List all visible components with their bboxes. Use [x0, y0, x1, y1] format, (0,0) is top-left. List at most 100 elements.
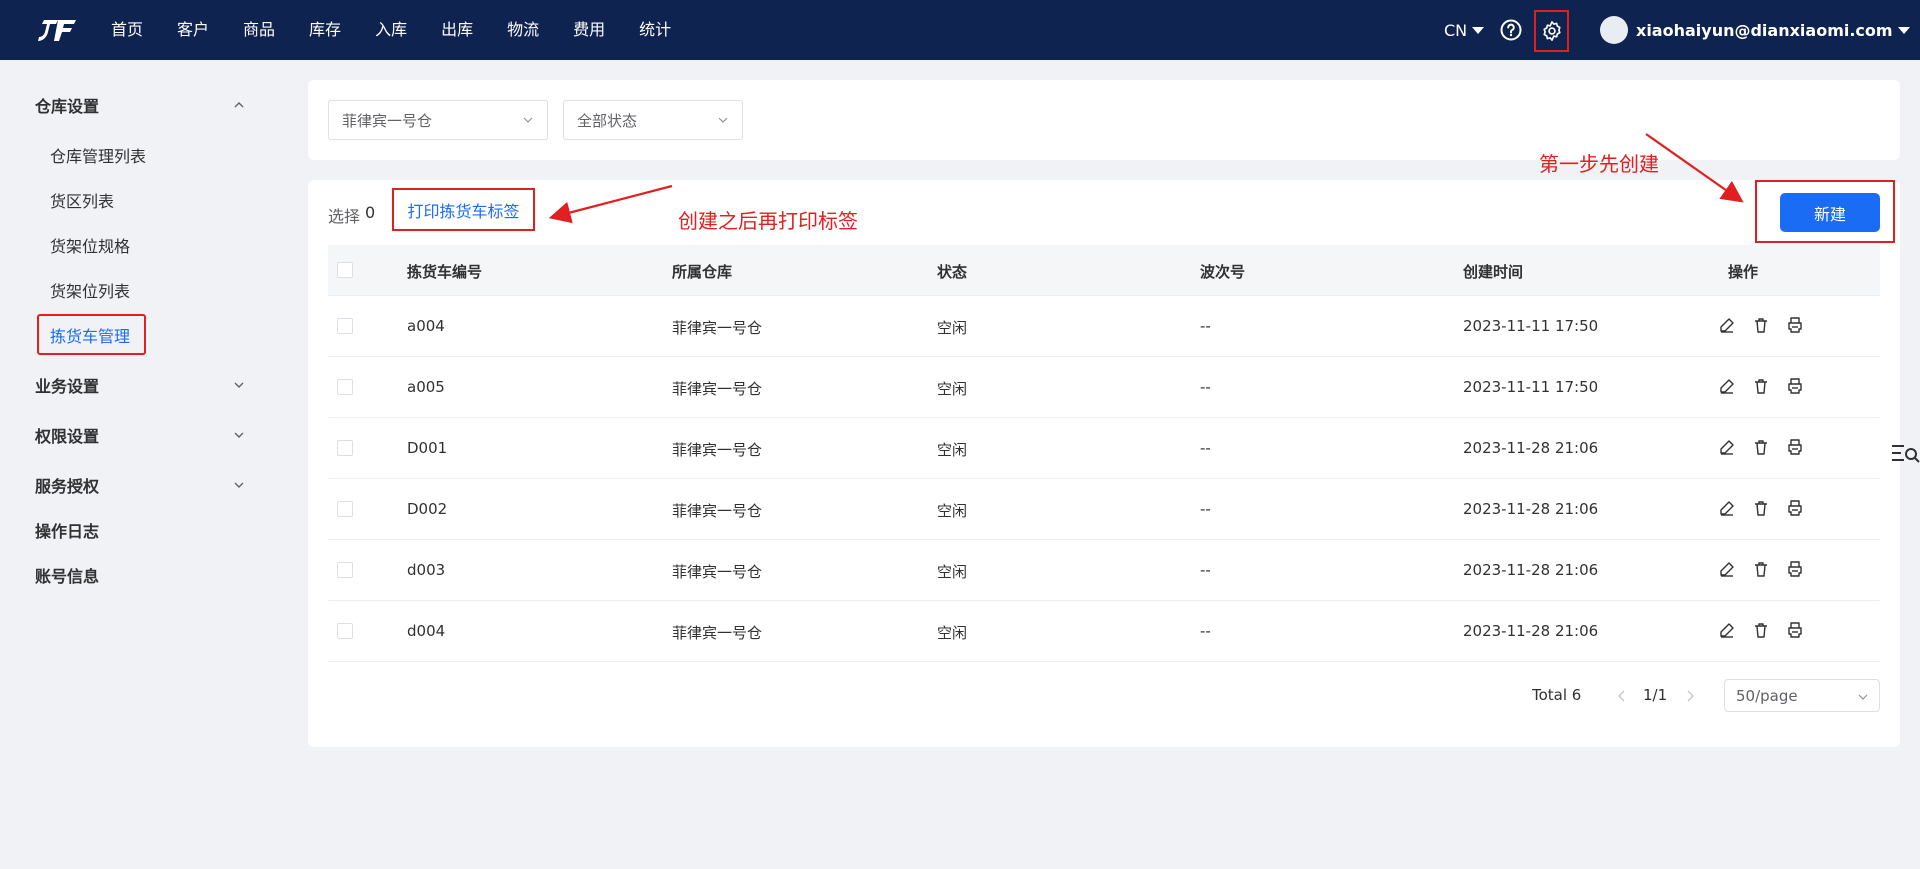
cell-created-time: 2023-11-28 21:06: [1463, 561, 1599, 579]
nav-statistics[interactable]: 统计: [622, 0, 688, 60]
cell-warehouse: 菲律宾一号仓: [672, 563, 763, 581]
cell-wave-no: --: [1200, 317, 1211, 335]
cell-wave-no: --: [1200, 500, 1211, 518]
printer-icon[interactable]: [1786, 438, 1804, 456]
row-checkbox[interactable]: [337, 501, 353, 517]
cell-cart-no: a005: [407, 378, 445, 396]
cell-status: 空闲: [937, 563, 968, 581]
cell-cart-no: D001: [407, 439, 448, 457]
edit-icon[interactable]: [1718, 316, 1736, 334]
cell-status: 空闲: [937, 624, 968, 642]
print-cart-label-button[interactable]: 打印拣货车标签: [392, 188, 535, 231]
chevron-up-icon: [234, 102, 244, 108]
sidebar-item-shelf-list[interactable]: 货架位列表: [50, 278, 130, 302]
new-button[interactable]: 新建: [1780, 193, 1880, 232]
cell-created-time: 2023-11-28 21:06: [1463, 622, 1599, 640]
row-checkbox[interactable]: [337, 623, 353, 639]
page-size-select[interactable]: 50/page: [1724, 679, 1880, 712]
sidebar-group-label: 权限设置: [35, 427, 100, 446]
cell-status: 空闲: [937, 441, 968, 459]
sidebar-item-zone-list[interactable]: 货区列表: [50, 188, 114, 212]
row-checkbox[interactable]: [337, 440, 353, 456]
table-row: d004 菲律宾一号仓 空闲 -- 2023-11-28 21:06: [328, 601, 1880, 662]
cell-wave-no: --: [1200, 378, 1211, 396]
cell-cart-no: d003: [407, 561, 446, 579]
logo-icon[interactable]: [38, 16, 80, 44]
nav-inbound[interactable]: 入库: [358, 0, 424, 60]
printer-icon[interactable]: [1786, 560, 1804, 578]
caret-down-icon: [1472, 26, 1485, 34]
trash-icon[interactable]: [1752, 621, 1770, 639]
row-checkbox[interactable]: [337, 318, 353, 334]
edit-icon[interactable]: [1718, 499, 1736, 517]
edit-icon[interactable]: [1718, 377, 1736, 395]
status-select[interactable]: 全部状态: [563, 100, 743, 140]
sidebar-group-service-auth[interactable]: 服务授权: [35, 473, 245, 497]
table-row: a004 菲律宾一号仓 空闲 -- 2023-11-11 17:50: [328, 296, 1880, 357]
printer-icon[interactable]: [1786, 316, 1804, 334]
table-row: D002 菲律宾一号仓 空闲 -- 2023-11-28 21:06: [328, 479, 1880, 540]
nav-inventory[interactable]: 库存: [292, 0, 358, 60]
chevron-right-icon[interactable]: [1685, 690, 1695, 702]
selected-count: 0: [365, 203, 376, 222]
sidebar-group-label: 服务授权: [35, 477, 100, 496]
printer-icon[interactable]: [1786, 499, 1804, 517]
cell-created-time: 2023-11-28 21:06: [1463, 439, 1599, 457]
nav-home[interactable]: 首页: [94, 0, 160, 60]
edit-icon[interactable]: [1718, 621, 1736, 639]
cell-status: 空闲: [937, 380, 968, 398]
nav-logistics[interactable]: 物流: [490, 0, 556, 60]
edit-icon[interactable]: [1718, 438, 1736, 456]
edit-icon[interactable]: [1718, 560, 1736, 578]
nav-products[interactable]: 商品: [226, 0, 292, 60]
nav-fees[interactable]: 费用: [556, 0, 622, 60]
gear-icon: [1542, 21, 1561, 41]
help-icon[interactable]: [1500, 19, 1522, 41]
select-all-checkbox[interactable]: [337, 262, 353, 278]
nav-outbound[interactable]: 出库: [424, 0, 490, 60]
warehouse-select[interactable]: 菲律宾一号仓: [328, 100, 548, 140]
user-menu[interactable]: xiaohaiyun@dianxiaomi.com: [1600, 0, 1910, 60]
column-header-wave-no: 波次号: [1200, 263, 1246, 281]
row-checkbox[interactable]: [337, 379, 353, 395]
chevron-left-icon[interactable]: [1617, 690, 1627, 702]
sidebar-group-warehouse-settings[interactable]: 仓库设置: [35, 93, 245, 117]
user-email: xiaohaiyun@dianxiaomi.com: [1636, 20, 1893, 40]
sidebar-group-business-settings[interactable]: 业务设置: [35, 373, 245, 397]
printer-icon[interactable]: [1786, 621, 1804, 639]
top-navbar: 首页 客户 商品 库存 入库 出库 物流 费用 统计 CN xiaohaiyun…: [0, 0, 1920, 60]
sidebar-group-label: 业务设置: [35, 377, 100, 396]
column-header-cart-no: 拣货车编号: [407, 263, 483, 281]
trash-icon[interactable]: [1752, 438, 1770, 456]
trash-icon[interactable]: [1752, 377, 1770, 395]
sidebar-item-warehouse-list[interactable]: 仓库管理列表: [50, 143, 146, 167]
cell-created-time: 2023-11-28 21:06: [1463, 500, 1599, 518]
table-header: 拣货车编号 所属仓库 状态 波次号 创建时间 操作: [328, 245, 1880, 296]
pagination-page: 1/1: [1643, 686, 1668, 704]
trash-icon[interactable]: [1752, 560, 1770, 578]
trash-icon[interactable]: [1752, 499, 1770, 517]
sidebar-item-account-info[interactable]: 账号信息: [35, 563, 245, 587]
sidebar-group-permission-settings[interactable]: 权限设置: [35, 423, 245, 447]
language-switcher[interactable]: CN: [1444, 0, 1485, 60]
nav-customers[interactable]: 客户: [160, 0, 226, 60]
row-checkbox[interactable]: [337, 562, 353, 578]
search-list-icon[interactable]: [1890, 440, 1920, 468]
sidebar: 仓库设置 仓库管理列表 货区列表 货架位规格 货架位列表 拣货车管理 业务设置 …: [0, 60, 280, 869]
annotation-create-note: 第一步先创建: [1539, 152, 1659, 176]
cell-cart-no: D002: [407, 500, 448, 518]
sidebar-item-shelf-spec[interactable]: 货架位规格: [50, 233, 130, 257]
cell-wave-no: --: [1200, 622, 1211, 640]
settings-button[interactable]: [1534, 10, 1569, 52]
annotation-print-note: 创建之后再打印标签: [678, 209, 858, 233]
highlight-box: [37, 314, 146, 355]
printer-icon[interactable]: [1786, 377, 1804, 395]
selected-label: 选择: [328, 207, 361, 226]
cell-warehouse: 菲律宾一号仓: [672, 624, 763, 642]
caret-down-icon: [1897, 26, 1910, 34]
column-header-created-time: 创建时间: [1463, 263, 1524, 281]
avatar: [1600, 16, 1628, 44]
sidebar-item-operation-log[interactable]: 操作日志: [35, 518, 245, 542]
trash-icon[interactable]: [1752, 316, 1770, 334]
column-header-warehouse: 所属仓库: [672, 263, 733, 281]
